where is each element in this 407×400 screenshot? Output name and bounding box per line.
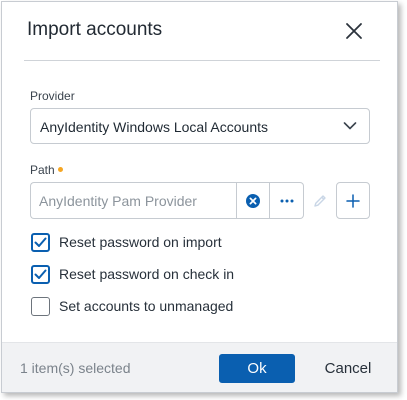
provider-select[interactable]: AnyIdentity Windows Local Accounts <box>30 108 370 144</box>
path-input-wrapper <box>30 182 236 219</box>
pencil-icon <box>314 194 326 207</box>
ok-button[interactable]: Ok <box>219 354 295 383</box>
selection-count-status: 1 item(s) selected <box>20 360 131 376</box>
reset-password-on-import-label: Reset password on import <box>59 234 222 250</box>
clear-path-button[interactable] <box>236 182 270 219</box>
set-accounts-to-unmanaged-checkbox[interactable] <box>31 297 50 316</box>
required-indicator <box>57 167 63 173</box>
provider-label: Provider <box>30 89 75 103</box>
clear-circle-icon <box>246 193 260 208</box>
header-divider <box>24 60 380 61</box>
checkmark-icon <box>34 269 47 279</box>
checkmark-icon <box>34 237 47 247</box>
reset-password-on-check-in-label: Reset password on check in <box>59 266 235 282</box>
close-icon <box>346 23 362 39</box>
more-horizontal-icon <box>280 199 293 202</box>
provider-selected-value: AnyIdentity Windows Local Accounts <box>40 119 269 135</box>
close-button[interactable] <box>342 19 366 43</box>
add-path-button[interactable] <box>336 182 370 219</box>
edit-path-button[interactable] <box>304 182 336 219</box>
set-accounts-to-unmanaged-label: Set accounts to unmanaged <box>59 298 234 314</box>
chevron-down-icon <box>343 122 357 130</box>
browse-path-button[interactable] <box>270 182 304 219</box>
path-label: Path <box>30 163 63 177</box>
path-input[interactable] <box>39 190 229 212</box>
reset-password-on-import-checkbox[interactable] <box>31 233 50 252</box>
dialog-footer: 1 item(s) selected Ok Cancel <box>2 342 397 392</box>
import-accounts-dialog: Import accounts Provider AnyIdentity Win… <box>1 1 398 393</box>
reset-password-on-check-in-checkbox[interactable] <box>31 265 50 284</box>
plus-icon <box>346 193 360 208</box>
dialog-title: Import accounts <box>27 19 163 40</box>
cancel-button[interactable]: Cancel <box>310 354 386 383</box>
